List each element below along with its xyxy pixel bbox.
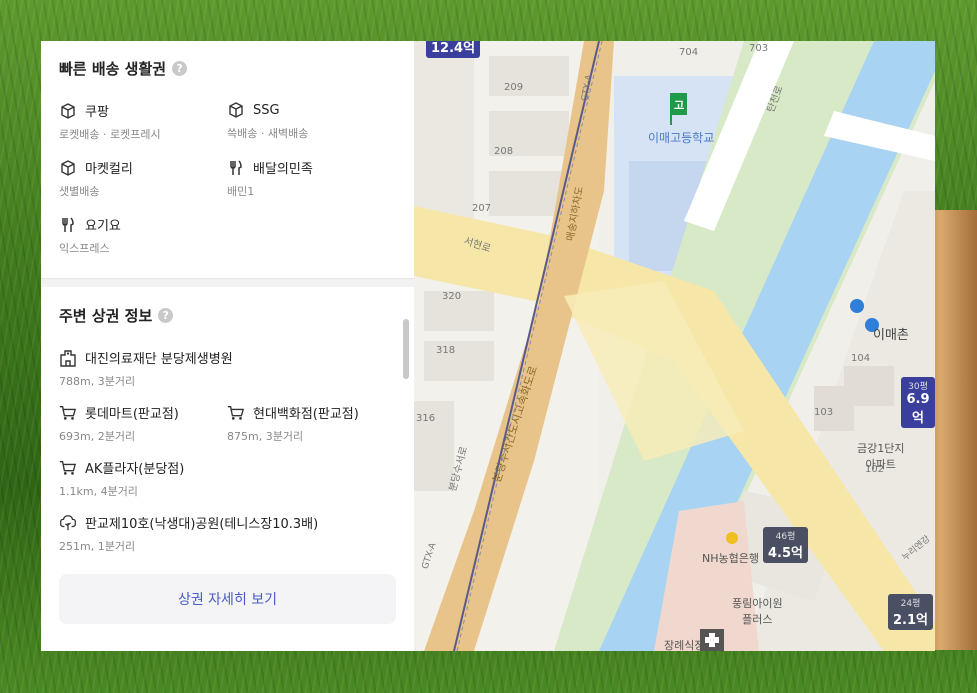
price-value: 12.4억: [431, 41, 476, 56]
fork-knife-icon: [59, 216, 77, 234]
delivery-item-coupang: 쿠팡 로켓배송 · 로켓프레시: [59, 101, 227, 142]
price-value: 2.1억: [893, 613, 928, 628]
cart-icon: [227, 404, 245, 422]
poi-item-name: 판교제10호(낙생대)공원(테니스장10.3배): [85, 517, 319, 532]
building-label: 320: [442, 291, 462, 302]
building-label: 316: [416, 413, 436, 424]
station-label[interactable]: 이매촌: [873, 324, 909, 343]
plaza-label[interactable]: 풍림아이원 플러스: [732, 595, 783, 627]
delivery-item-sub: 샛별배송: [59, 185, 100, 198]
tree-icon: [59, 514, 77, 532]
delivery-title-text: 빠른 배송 생활권: [59, 60, 167, 78]
delivery-item-name: 배달의민족: [253, 162, 313, 177]
delivery-item-kurly: 마켓컬리 샛별배송: [59, 158, 227, 199]
building-label: 703: [749, 43, 769, 54]
section-divider: [41, 278, 414, 287]
commerce-detail-button[interactable]: 상권 자세히 보기: [59, 574, 396, 624]
building-label: 209: [504, 82, 524, 93]
poi-item-hospital: 대진의료재단 분당제생병원 788m, 3분거리: [59, 348, 395, 389]
map-view[interactable]: 704 703 209 208 207 320 318 316 104 103 …: [414, 41, 935, 651]
delivery-list: 쿠팡 로켓배송 · 로켓프레시 SSG 쓱배송 · 새벽배송 마켓컬리 샛별배송…: [59, 101, 396, 256]
price-area: 46평: [775, 532, 796, 542]
delivery-item-sub: 배민1: [227, 185, 255, 198]
delivery-item-name: SSG: [253, 102, 280, 118]
price-marker[interactable]: 12.4억: [426, 41, 481, 58]
price-marker[interactable]: 46평 4.5억: [763, 527, 808, 563]
hospital-icon: [59, 349, 77, 367]
delivery-item-name: 요기요: [85, 219, 121, 234]
building-label: 704: [679, 47, 699, 58]
price-area: 24평: [900, 599, 921, 609]
commerce-title-text: 주변 상권 정보: [59, 307, 153, 325]
cart-icon: [59, 404, 77, 422]
poi-item-distance: 788m, 3분거리: [59, 375, 136, 388]
apartment-label[interactable]: 금강1단지 아파트: [857, 440, 904, 472]
delivery-item-name: 쿠팡: [85, 105, 109, 120]
box-icon: [59, 159, 77, 177]
school-marker[interactable]: 고: [674, 97, 684, 113]
poi-item-distance: 693m, 2분거리: [59, 430, 136, 443]
poi-item-distance: 1.1km, 4분거리: [59, 485, 138, 498]
delivery-item-yogiyo: 요기요 익스프레스: [59, 215, 227, 256]
box-icon: [59, 102, 77, 120]
bank-label[interactable]: NH농협은행: [702, 550, 759, 566]
price-value: 6.9억: [906, 392, 930, 426]
building-label: 208: [494, 146, 514, 157]
box-icon: [227, 101, 245, 119]
building-label: 103: [814, 407, 834, 418]
delivery-item-name: 마켓컬리: [85, 162, 133, 177]
poi-item-distance: 875m, 3분거리: [227, 430, 304, 443]
help-icon[interactable]: ?: [158, 308, 174, 323]
poi-item-name: AK플라자(분당점): [85, 462, 185, 477]
commerce-section: 주변 상권 정보 ? 대진의료재단 분당제생병원 788m, 3분거리 롯데마트…: [41, 287, 414, 554]
delivery-item-ssg: SSG 쓱배송 · 새벽배송: [227, 101, 395, 142]
info-panel: 빠른 배송 생활권 ? 쿠팡 로켓배송 · 로켓프레시 SSG 쓱배송 · 새벽…: [41, 41, 415, 651]
app-window: 빠른 배송 생활권 ? 쿠팡 로켓배송 · 로켓프레시 SSG 쓱배송 · 새벽…: [41, 41, 935, 651]
commerce-title: 주변 상권 정보 ?: [59, 305, 396, 326]
price-marker[interactable]: 24평 2.1억: [888, 594, 933, 630]
building-label: 207: [472, 203, 492, 214]
delivery-item-sub: 쓱배송 · 새벽배송: [227, 127, 309, 140]
poi-item-name: 현대백화점(판교점): [253, 407, 359, 422]
price-value: 4.5억: [768, 546, 803, 561]
poi-item-park: 판교제10호(낙생대)공원(테니스장10.3배) 251m, 1분거리: [59, 513, 395, 554]
building-label: 318: [436, 345, 456, 356]
help-icon[interactable]: ?: [172, 61, 188, 76]
poi-item-distance: 251m, 1분거리: [59, 540, 136, 553]
funeral-label[interactable]: 장례식장: [664, 637, 704, 651]
cart-icon: [59, 459, 77, 477]
delivery-title: 빠른 배송 생활권 ?: [59, 58, 396, 79]
delivery-section: 빠른 배송 생활권 ? 쿠팡 로켓배송 · 로켓프레시 SSG 쓱배송 · 새벽…: [41, 41, 414, 256]
fork-knife-icon: [227, 159, 245, 177]
poi-item-name: 대진의료재단 분당제생병원: [85, 352, 233, 367]
school-label[interactable]: 이매고등학교: [648, 129, 714, 146]
poi-item-ak: AK플라자(분당점) 1.1km, 4분거리: [59, 458, 395, 499]
poi-item-hyundai: 현대백화점(판교점) 875m, 3분거리: [227, 403, 395, 444]
price-marker[interactable]: 30평 6.9억: [901, 377, 935, 428]
price-area: 30평: [908, 382, 928, 392]
building-label: 104: [851, 353, 871, 364]
delivery-item-sub: 로켓배송 · 로켓프레시: [59, 128, 161, 141]
delivery-item-baemin: 배달의민족 배민1: [227, 158, 395, 199]
delivery-item-sub: 익스프레스: [59, 242, 110, 255]
commerce-list: 대진의료재단 분당제생병원 788m, 3분거리 롯데마트(판교점) 693m,…: [59, 348, 396, 554]
panel-scrollbar[interactable]: [403, 319, 409, 379]
poi-item-name: 롯데마트(판교점): [85, 407, 179, 422]
poi-item-lotte: 롯데마트(판교점) 693m, 2분거리: [59, 403, 227, 444]
